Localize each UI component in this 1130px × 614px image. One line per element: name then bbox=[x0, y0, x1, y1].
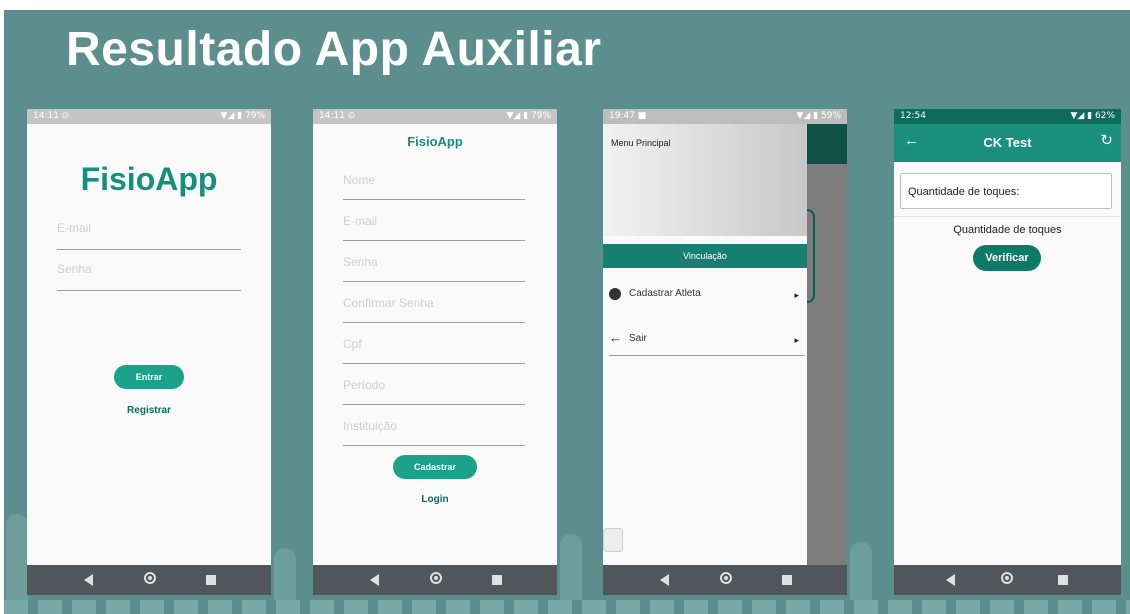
status-bar: 14:11 ⊙ ▼◢ ▮ 79% bbox=[27, 109, 271, 124]
confirm-password-field[interactable]: Confirmar Senha bbox=[343, 296, 525, 323]
field-placeholder: Confirmar Senha bbox=[343, 296, 434, 310]
institution-field[interactable]: Instituição bbox=[343, 419, 525, 446]
register-link[interactable]: Registrar bbox=[99, 405, 199, 416]
email-field[interactable]: E-mail bbox=[57, 221, 241, 250]
nav-bar bbox=[313, 565, 557, 595]
email-field[interactable]: E-mail bbox=[343, 214, 525, 241]
field-placeholder: Nome bbox=[343, 173, 376, 187]
divider bbox=[894, 216, 1121, 217]
navigation-drawer: Menu Principal Vinculação Cadastrar Atle… bbox=[603, 124, 807, 565]
home-icon[interactable] bbox=[430, 572, 442, 584]
status-icons: ▼◢ ▮ 62% bbox=[1070, 111, 1115, 121]
recent-apps-icon[interactable] bbox=[1058, 575, 1068, 585]
arrow-left-icon: ← bbox=[609, 330, 622, 345]
field-placeholder: Cpf bbox=[343, 337, 362, 351]
verify-button[interactable]: Verificar bbox=[973, 245, 1041, 271]
password-field[interactable]: Senha bbox=[343, 255, 525, 282]
home-icon[interactable] bbox=[720, 572, 732, 584]
section-header: Vinculação bbox=[603, 244, 807, 268]
enter-button[interactable]: Entrar bbox=[114, 365, 184, 389]
decoration-floor bbox=[4, 600, 1130, 614]
chevron-right-icon: ▸ bbox=[794, 335, 799, 345]
toolbar-title: CK Test bbox=[983, 135, 1032, 150]
field-placeholder: Senha bbox=[343, 255, 378, 269]
cpf-field[interactable]: Cpf bbox=[343, 337, 525, 364]
password-field[interactable]: Senha bbox=[57, 262, 241, 291]
slide-title: Resultado App Auxiliar bbox=[66, 23, 602, 76]
drawer-handle[interactable] bbox=[603, 528, 623, 552]
status-time: 19:47 ■ bbox=[609, 111, 647, 121]
recent-apps-icon[interactable] bbox=[782, 575, 792, 585]
login-screen: 14:11 ⊙ ▼◢ ▮ 79% FisioApp E-mail Senha E… bbox=[27, 109, 271, 595]
app-toolbar: ← CK Test ↻ bbox=[894, 124, 1121, 162]
drawer-header: Menu Principal bbox=[603, 124, 807, 236]
back-icon[interactable] bbox=[946, 574, 955, 586]
period-field[interactable]: Período bbox=[343, 378, 525, 405]
field-placeholder: Instituição bbox=[343, 419, 398, 433]
status-icons: ▼◢ ▮ 59% bbox=[796, 111, 841, 121]
field-placeholder: E-mail bbox=[343, 214, 378, 228]
ck-test-screen: 12:54 ▼◢ ▮ 62% ← CK Test ↻ Quantidade de… bbox=[894, 109, 1121, 595]
recent-apps-icon[interactable] bbox=[492, 575, 502, 585]
status-time: 14:11 ⊙ bbox=[319, 111, 356, 121]
home-icon[interactable] bbox=[1001, 572, 1013, 584]
menu-item-sair[interactable]: ← Sair ▸ bbox=[609, 329, 805, 356]
app-title: FisioApp bbox=[407, 134, 463, 149]
home-icon[interactable] bbox=[144, 572, 156, 584]
nav-bar bbox=[27, 565, 271, 595]
status-bar: 12:54 ▼◢ ▮ 62% bbox=[894, 109, 1121, 124]
status-time: 12:54 bbox=[900, 111, 926, 121]
status-bar: 19:47 ■ ▼◢ ▮ 59% bbox=[603, 109, 847, 124]
touch-count-card: Quantidade de toques: bbox=[900, 173, 1112, 209]
nav-bar bbox=[894, 565, 1121, 595]
email-placeholder: E-mail bbox=[57, 221, 92, 235]
refresh-icon[interactable]: ↻ bbox=[1100, 131, 1113, 149]
status-icons: ▼◢ ▮ 79% bbox=[220, 111, 265, 121]
nav-bar bbox=[603, 565, 847, 595]
app-title: FisioApp bbox=[80, 161, 218, 197]
field-placeholder: Período bbox=[343, 378, 386, 392]
touch-count-label: Quantidade de toques: bbox=[908, 186, 1020, 198]
background-toolbar bbox=[803, 124, 847, 164]
back-icon[interactable] bbox=[370, 574, 379, 586]
status-bar: 14:11 ⊙ ▼◢ ▮ 79% bbox=[313, 109, 557, 124]
decoration bbox=[6, 514, 28, 614]
name-field[interactable]: Nome bbox=[343, 173, 525, 200]
recent-apps-icon[interactable] bbox=[206, 575, 216, 585]
register-screen: 14:11 ⊙ ▼◢ ▮ 79% FisioApp Nome E-mail Se… bbox=[313, 109, 557, 595]
account-circle-icon bbox=[609, 288, 621, 300]
status-icons: ▼◢ ▮ 79% bbox=[506, 111, 551, 121]
menu-item-label: Sair bbox=[629, 333, 647, 344]
login-link[interactable]: Login bbox=[385, 494, 485, 505]
slide: Resultado App Auxiliar 14:11 ⊙ ▼◢ ▮ 79% … bbox=[4, 10, 1130, 614]
menu-item-label: Cadastrar Atleta bbox=[629, 288, 701, 299]
password-placeholder: Senha bbox=[57, 262, 92, 276]
back-icon[interactable] bbox=[84, 574, 93, 586]
register-button[interactable]: Cadastrar bbox=[393, 455, 477, 479]
back-icon[interactable] bbox=[660, 574, 669, 586]
menu-item-cadastrar-atleta[interactable]: Cadastrar Atleta ▸ bbox=[609, 284, 805, 310]
drawer-header-label: Menu Principal bbox=[611, 138, 671, 148]
chevron-right-icon: ▸ bbox=[794, 290, 799, 300]
touch-count-result: Quantidade de toques bbox=[953, 224, 1062, 236]
status-time: 14:11 ⊙ bbox=[33, 111, 70, 121]
menu-screen: 19:47 ■ ▼◢ ▮ 59% Menu Principal Vinculaç… bbox=[603, 109, 847, 595]
